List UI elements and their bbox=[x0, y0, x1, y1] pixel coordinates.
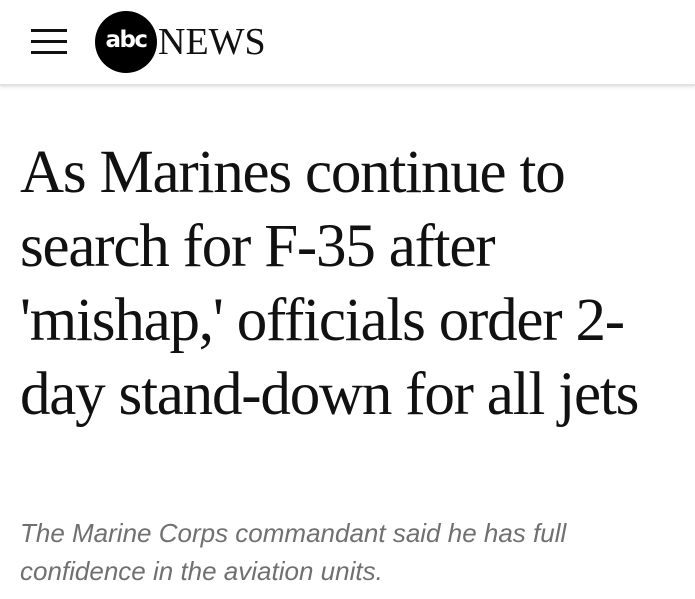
news-wordmark: NEWS bbox=[158, 21, 266, 63]
menu-bar-middle bbox=[31, 40, 67, 43]
article-subheadline: The Marine Corps commandant said he has … bbox=[20, 518, 567, 586]
abc-news-logo[interactable]: abc NEWS bbox=[95, 11, 266, 73]
article-headline: As Marines continue to search for F-35 a… bbox=[20, 139, 639, 428]
page: abc NEWS As Marines continue to search f… bbox=[0, 0, 695, 599]
menu-bar-top bbox=[31, 29, 67, 32]
site-header: abc NEWS bbox=[0, 0, 695, 86]
abc-logo-circle: abc bbox=[95, 11, 157, 73]
menu-bar-bottom bbox=[31, 51, 67, 54]
hamburger-menu-button[interactable] bbox=[31, 29, 67, 55]
